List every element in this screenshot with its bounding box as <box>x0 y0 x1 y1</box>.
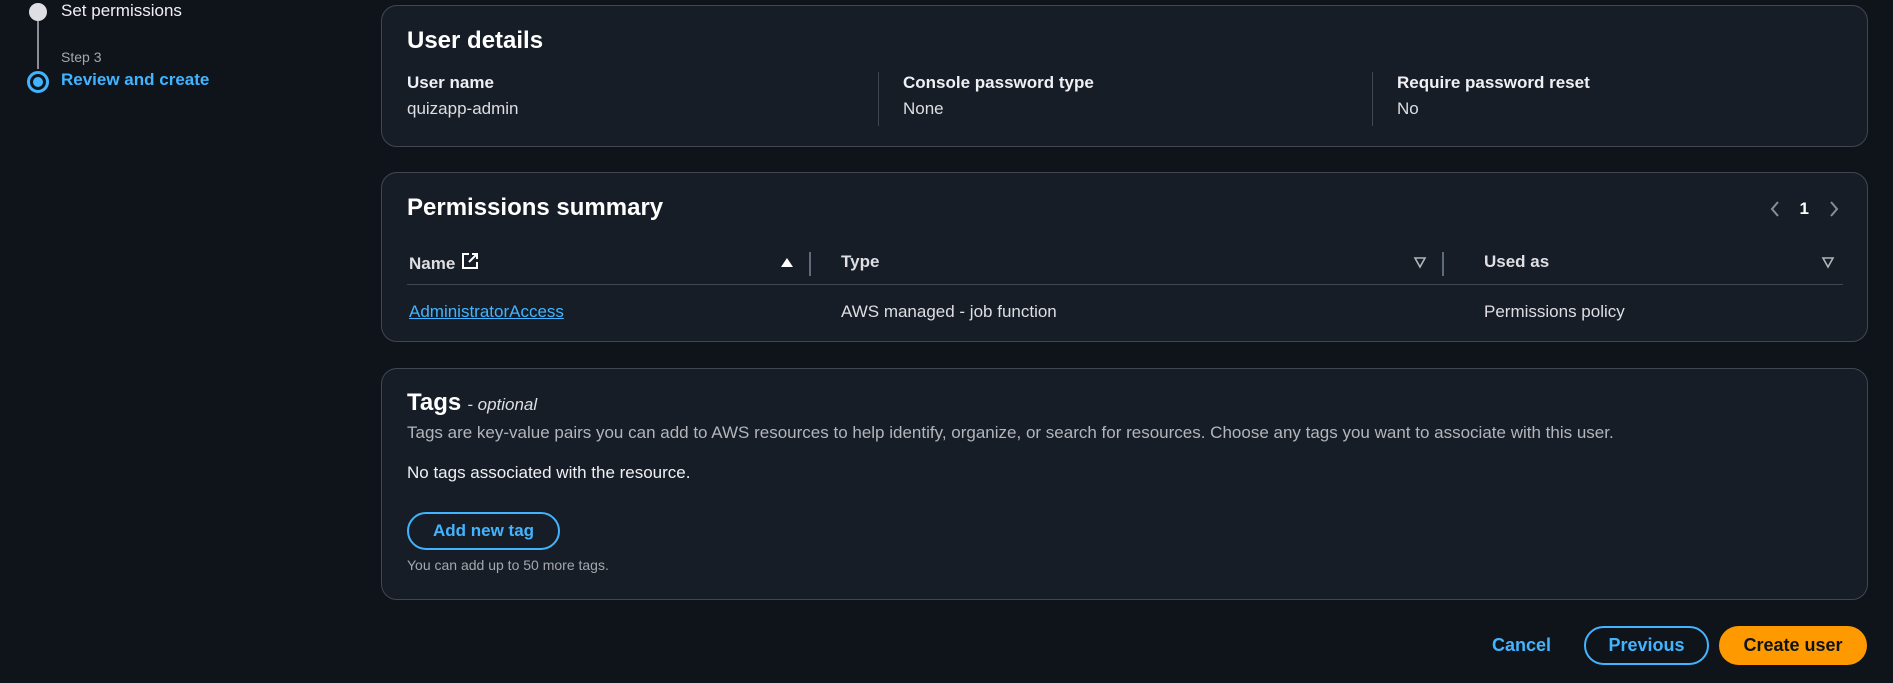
require-password-reset-value: No <box>1397 99 1419 118</box>
step-3-number: Step 3 <box>61 49 102 65</box>
tags-empty-message: No tags associated with the resource. <box>407 463 691 482</box>
table-header: Name Type Used as <box>407 245 1843 285</box>
wizard-stepper: Set permissions Step 3 Review and create <box>0 0 360 683</box>
column-header-type-label: Type <box>841 252 880 271</box>
step-3-active-icon <box>27 71 49 93</box>
tags-header: Tags - optional <box>407 389 537 417</box>
step-connector <box>37 21 39 69</box>
tags-limit-hint: You can add up to 50 more tags. <box>407 557 609 573</box>
add-new-tag-button[interactable]: Add new tag <box>407 512 561 550</box>
sort-ascending-icon[interactable] <box>780 255 794 269</box>
user-name-value: quizapp-admin <box>407 99 519 118</box>
sort-icon[interactable] <box>1413 255 1427 269</box>
column-resizer[interactable] <box>1442 252 1444 276</box>
tags-optional-label: - optional <box>467 395 538 414</box>
user-details-panel: User details User name quizapp-admin Con… <box>381 5 1868 147</box>
tags-description: Tags are key-value pairs you can add to … <box>407 423 1614 442</box>
step-2-label[interactable]: Set permissions <box>61 1 182 21</box>
tags-panel: Tags - optional Tags are key-value pairs… <box>381 368 1868 600</box>
require-password-reset-key: Require password reset <box>1397 73 1590 92</box>
column-header-used-as-label: Used as <box>1484 252 1550 271</box>
console-password-type-value: None <box>903 99 944 118</box>
chevron-right-icon[interactable] <box>1827 197 1841 221</box>
user-name-field: User name quizapp-admin <box>407 73 867 119</box>
permissions-summary-title: Permissions summary <box>407 194 664 221</box>
step-2-completed-icon <box>29 3 47 21</box>
page-number[interactable]: 1 <box>1800 199 1809 219</box>
policy-type: AWS managed - job function <box>841 302 1057 321</box>
column-header-name[interactable]: Name <box>409 252 479 275</box>
column-resizer[interactable] <box>809 252 811 276</box>
sort-icon[interactable] <box>1821 255 1835 269</box>
column-divider <box>1372 72 1373 126</box>
permissions-summary-panel: Permissions summary 1 Name Type Used as … <box>381 172 1868 342</box>
chevron-left-icon[interactable] <box>1768 197 1782 221</box>
column-header-used-as[interactable]: Used as <box>1484 252 1549 272</box>
policy-used-as: Permissions policy <box>1484 302 1625 321</box>
column-header-name-label: Name <box>409 253 456 273</box>
console-password-type-field: Console password type None <box>903 73 1363 119</box>
external-link-icon <box>461 252 479 275</box>
step-3-label: Review and create <box>61 70 210 89</box>
policy-name-link[interactable]: AdministratorAccess <box>409 302 564 322</box>
user-name-key: User name <box>407 73 494 92</box>
page: Set permissions Step 3 Review and create… <box>0 0 1893 683</box>
tags-title: Tags <box>407 389 462 416</box>
console-password-type-key: Console password type <box>903 73 1094 92</box>
pagination: 1 <box>1768 197 1841 221</box>
create-user-button[interactable]: Create user <box>1719 626 1867 665</box>
table-row: AdministratorAccess AWS managed - job fu… <box>407 298 1843 328</box>
user-details-title: User details <box>407 27 544 54</box>
column-header-type[interactable]: Type <box>841 252 879 272</box>
previous-button[interactable]: Previous <box>1584 626 1709 665</box>
require-password-reset-field: Require password reset No <box>1397 73 1857 119</box>
cancel-button[interactable]: Cancel <box>1480 627 1563 663</box>
column-divider <box>878 72 879 126</box>
